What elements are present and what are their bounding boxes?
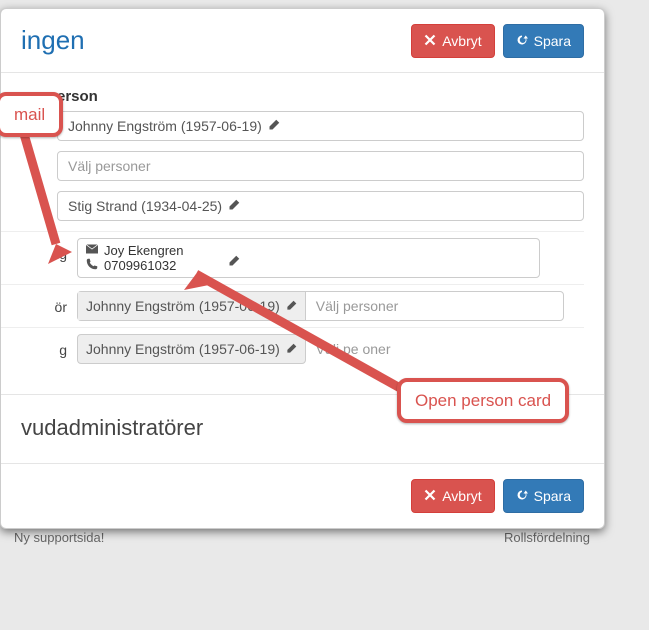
edit-icon[interactable] [286, 341, 297, 357]
contact-row-label: ig [21, 238, 77, 262]
callout-open-card: Open person card [397, 378, 569, 423]
close-icon [424, 31, 436, 51]
role-row-1-placeholder: Välj personer [306, 292, 409, 320]
person-chip-label: Johnny Engström (1957-06-19) [86, 298, 280, 314]
close-icon [424, 486, 436, 506]
person-field-2[interactable]: Välj personer [57, 151, 584, 181]
cancel-button-footer-label: Avbryt [442, 486, 481, 506]
modal-title: ingen [21, 25, 85, 56]
refresh-icon [516, 31, 528, 51]
header-actions: Avbryt Spara [411, 24, 584, 58]
edit-icon[interactable] [228, 198, 240, 214]
bg-right-text: Rollsfördelning [504, 530, 590, 545]
edit-icon[interactable] [286, 298, 297, 314]
role-row-2-label: g [21, 334, 77, 358]
contact-name: Joy Ekengren [104, 243, 184, 258]
person-field-3-value: Stig Strand (1934-04-25) [68, 198, 222, 214]
phone-icon [86, 258, 98, 273]
contact-email-line: Joy Ekengren [86, 243, 531, 258]
cancel-button-footer[interactable]: Avbryt [411, 479, 494, 513]
save-button[interactable]: Spara [503, 24, 584, 58]
role-row-1-label: ör [21, 291, 77, 315]
cancel-button[interactable]: Avbryt [411, 24, 494, 58]
save-button-footer[interactable]: Spara [503, 479, 584, 513]
person-heading: erson [57, 88, 584, 105]
modal-header: ingen Avbryt Spara [1, 9, 604, 73]
envelope-icon [86, 243, 98, 258]
modal-footer: Avbryt Spara [1, 463, 604, 528]
callout-mail: mail [0, 92, 63, 137]
person-chip-label: Johnny Engström (1957-06-19) [86, 341, 280, 357]
role-row-2-placeholder: Välj pe oner [306, 335, 401, 363]
person-chip[interactable]: Johnny Engström (1957-06-19) [77, 334, 306, 364]
role-row-1: ör Johnny Engström (1957-06-19) Välj per… [1, 284, 584, 327]
contact-phone-line: 0709961032 [86, 258, 531, 273]
bg-left-text: Ny supportsida! [14, 530, 104, 545]
cancel-button-label: Avbryt [442, 31, 481, 51]
role-row-2-field[interactable]: Johnny Engström (1957-06-19) Välj pe one… [77, 334, 564, 364]
person-field-1-value: Johnny Engström (1957-06-19) [68, 118, 262, 134]
save-button-label: Spara [534, 31, 571, 51]
person-field-2-placeholder: Välj personer [68, 158, 151, 174]
contact-box[interactable]: Joy Ekengren 0709961032 [77, 238, 540, 278]
edit-icon[interactable] [268, 118, 280, 134]
refresh-icon [516, 486, 528, 506]
edit-icon[interactable] [228, 254, 240, 270]
contact-phone: 0709961032 [104, 258, 176, 273]
role-row-2: g Johnny Engström (1957-06-19) Välj pe o… [1, 327, 584, 370]
modal-body: erson Johnny Engström (1957-06-19) Välj … [1, 73, 604, 380]
person-field-3[interactable]: Stig Strand (1934-04-25) [57, 191, 584, 221]
person-field-1[interactable]: Johnny Engström (1957-06-19) [57, 111, 584, 141]
contact-row: ig Joy Ekengren 0709961032 [1, 231, 584, 284]
role-row-1-field[interactable]: Johnny Engström (1957-06-19) Välj person… [77, 291, 564, 321]
modal-dialog: ingen Avbryt Spara erson Johnny Engström… [0, 8, 605, 529]
person-chip[interactable]: Johnny Engström (1957-06-19) [78, 292, 306, 320]
save-button-footer-label: Spara [534, 486, 571, 506]
